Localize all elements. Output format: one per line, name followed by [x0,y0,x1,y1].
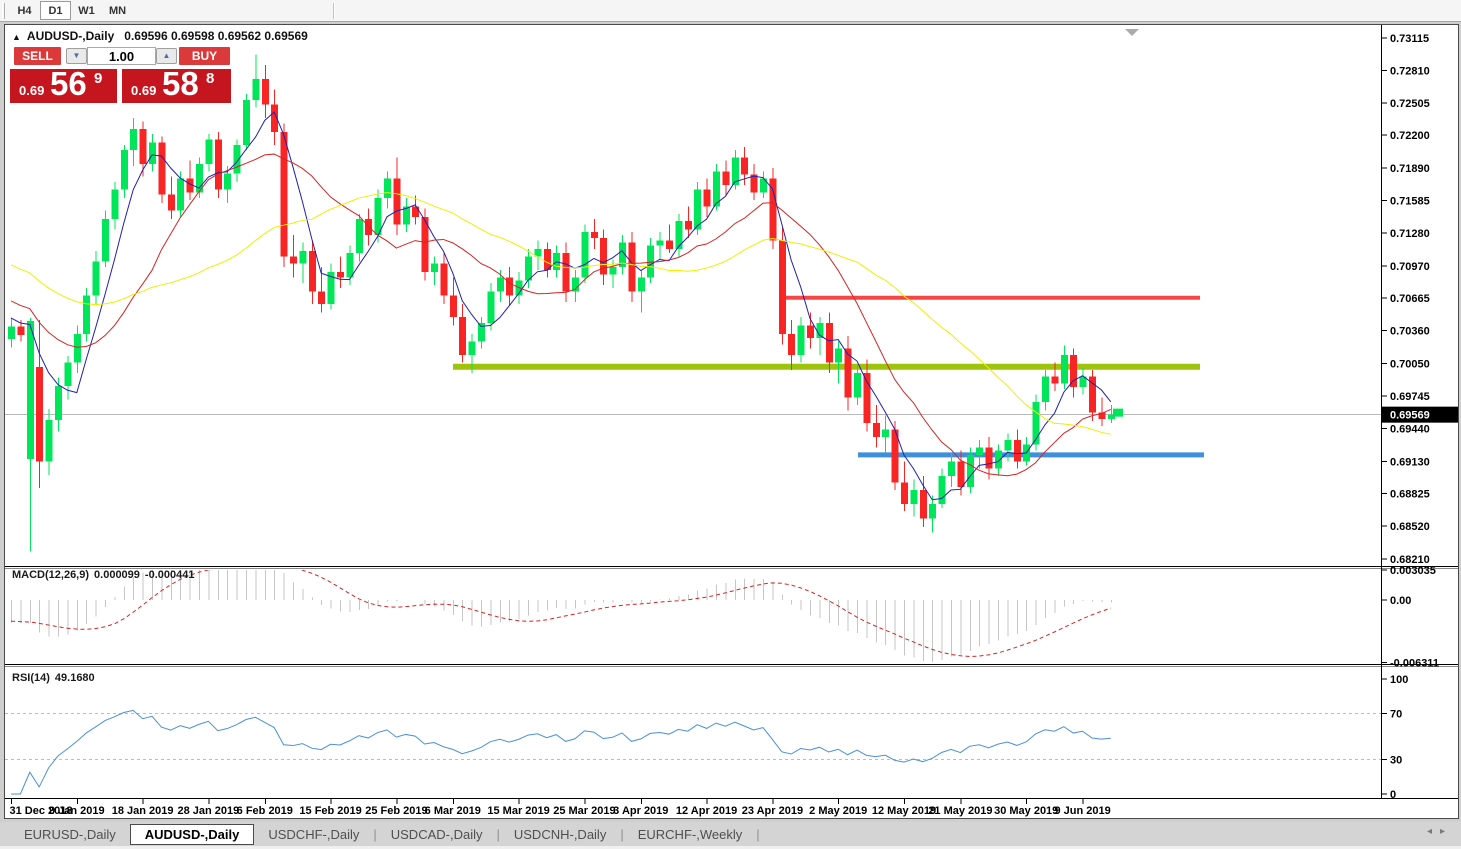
svg-text:9 Jun 2019: 9 Jun 2019 [1054,805,1110,817]
volume-decrease-button[interactable]: ▼ [66,48,87,64]
svg-text:0.72200: 0.72200 [1390,130,1430,142]
svg-text:0.73115: 0.73115 [1390,33,1429,45]
svg-text:0.72810: 0.72810 [1390,65,1430,77]
buy-price-point: 8 [206,70,214,87]
macd-signal-value: -0.000441 [145,569,195,581]
toolbar-separator [333,3,335,19]
svg-text:0: 0 [1390,789,1396,801]
sell-price-point: 9 [94,70,102,87]
chart-background [5,25,1458,818]
svg-text:0.72505: 0.72505 [1390,98,1430,110]
svg-text:6 Mar 2019: 6 Mar 2019 [425,805,481,817]
tab-separator: | [618,827,625,842]
price-chart-canvas[interactable]: 0.73115 0.72810 0.72505 0.72200 0.71890 0.715… [5,25,1458,818]
sell-price-pips: 56 [50,65,87,103]
macd-main-value: 0.000099 [94,569,140,581]
svg-text:0.70360: 0.70360 [1390,326,1430,338]
svg-text:0.00: 0.00 [1390,595,1411,607]
macd-name: MACD(12,26,9) [12,569,89,581]
buy-button[interactable]: BUY [179,47,230,65]
timeframe-w1-button[interactable]: W1 [71,1,102,20]
volume-input[interactable] [87,47,156,65]
svg-text:18 Jan 2019: 18 Jan 2019 [112,805,174,817]
svg-text:0.70970: 0.70970 [1390,261,1430,273]
tab-scroll-right-icon[interactable]: ▸ [1440,826,1453,837]
sell-price-base: 0.69 [19,83,44,98]
svg-text:100: 100 [1390,674,1408,686]
tab-eurchf-weekly[interactable]: EURCHF-,Weekly [626,825,755,844]
rsi-name: RSI(14) [12,672,50,684]
svg-text:0.69130: 0.69130 [1390,456,1430,468]
svg-text:0.69569: 0.69569 [1390,410,1430,422]
tab-usdcnh-daily[interactable]: USDCNH-,Daily [502,825,618,844]
chart-symbol-title: AUDUSD-,Daily [27,29,114,43]
chart-title-row: ▲ AUDUSD-,Daily 0.69596 0.69598 0.69562 0.… [12,29,308,43]
svg-text:15 Feb 2019: 15 Feb 2019 [299,805,361,817]
timeframe-toolbar: H4 D1 W1 MN [0,0,1461,22]
tab-separator: | [754,827,761,842]
svg-text:0.70665: 0.70665 [1390,293,1430,305]
svg-text:-0.006311: -0.006311 [1390,657,1439,669]
rsi-value: 49.1680 [55,672,95,684]
svg-text:9 Jan 2019: 9 Jan 2019 [49,805,105,817]
svg-text:12 May 2019: 12 May 2019 [872,805,936,817]
tab-scroll-arrows: ◂▸ [1427,826,1453,837]
svg-text:30: 30 [1390,755,1402,767]
timeframe-mn-button[interactable]: MN [102,1,133,20]
timeframe-d1-button[interactable]: D1 [40,1,71,20]
svg-text:21 May 2019: 21 May 2019 [928,805,992,817]
svg-text:0.68825: 0.68825 [1390,489,1430,501]
svg-text:2 May 2019: 2 May 2019 [809,805,867,817]
svg-text:0.71890: 0.71890 [1390,163,1430,175]
tab-eurusd-daily[interactable]: EURUSD-,Daily [12,825,128,844]
svg-text:0.69440: 0.69440 [1390,423,1430,435]
volume-increase-button[interactable]: ▲ [156,48,177,64]
svg-text:12 Apr 2019: 12 Apr 2019 [676,805,737,817]
last-price-marker [1113,409,1123,417]
chart-ohlc-values: 0.69596 0.69598 0.69562 0.69569 [124,29,308,43]
svg-text:15 Mar 2019: 15 Mar 2019 [487,805,549,817]
tab-separator: | [494,827,501,842]
tab-audusd-daily[interactable]: AUDUSD-,Daily [130,824,255,845]
buy-price-base: 0.69 [131,83,156,98]
collapse-trade-panel-icon[interactable]: ▲ [12,32,21,42]
macd-indicator-label: MACD(12,26,9) 0.000099 -0.000441 [12,569,199,581]
svg-text:25 Feb 2019: 25 Feb 2019 [365,805,427,817]
svg-text:3 Apr 2019: 3 Apr 2019 [613,805,668,817]
toolbar-grip[interactable] [2,3,5,19]
buy-price-pips: 58 [162,65,199,103]
svg-text:6 Feb 2019: 6 Feb 2019 [237,805,293,817]
sell-price-box[interactable]: 0.69 56 9 [10,69,117,103]
svg-text:0.70050: 0.70050 [1390,359,1430,371]
buy-price-box[interactable]: 0.69 58 8 [122,69,231,103]
chart-tabs-bar: EURUSD-,Daily AUDUSD-,Daily USDCHF-,Dail… [0,822,1461,846]
svg-text:0.71585: 0.71585 [1390,196,1430,208]
svg-text:0.68520: 0.68520 [1390,521,1430,533]
sell-button[interactable]: SELL [14,47,61,65]
svg-text:0.71280: 0.71280 [1390,228,1430,240]
tab-scroll-left-icon[interactable]: ◂ [1427,826,1440,837]
svg-text:30 May 2019: 30 May 2019 [994,805,1058,817]
tab-separator: | [371,827,378,842]
rsi-indicator-label: RSI(14) 49.1680 [12,672,100,684]
svg-text:70: 70 [1390,709,1402,721]
chart-window: 0.73115 0.72810 0.72505 0.72200 0.71890 0.715… [4,24,1459,819]
svg-text:28 Jan 2019: 28 Jan 2019 [178,805,240,817]
timeframe-h4-button[interactable]: H4 [9,1,40,20]
one-click-trading-panel: SELL ▼ ▲ BUY 0.69 56 9 0.69 58 8 [10,46,232,104]
svg-text:23 Apr 2019: 23 Apr 2019 [742,805,803,817]
svg-text:0.69745: 0.69745 [1390,391,1430,403]
tab-usdchf-daily[interactable]: USDCHF-,Daily [256,825,371,844]
svg-text:0.003035: 0.003035 [1390,565,1436,577]
svg-text:25 Mar 2019: 25 Mar 2019 [553,805,615,817]
tab-usdcad-daily[interactable]: USDCAD-,Daily [379,825,495,844]
